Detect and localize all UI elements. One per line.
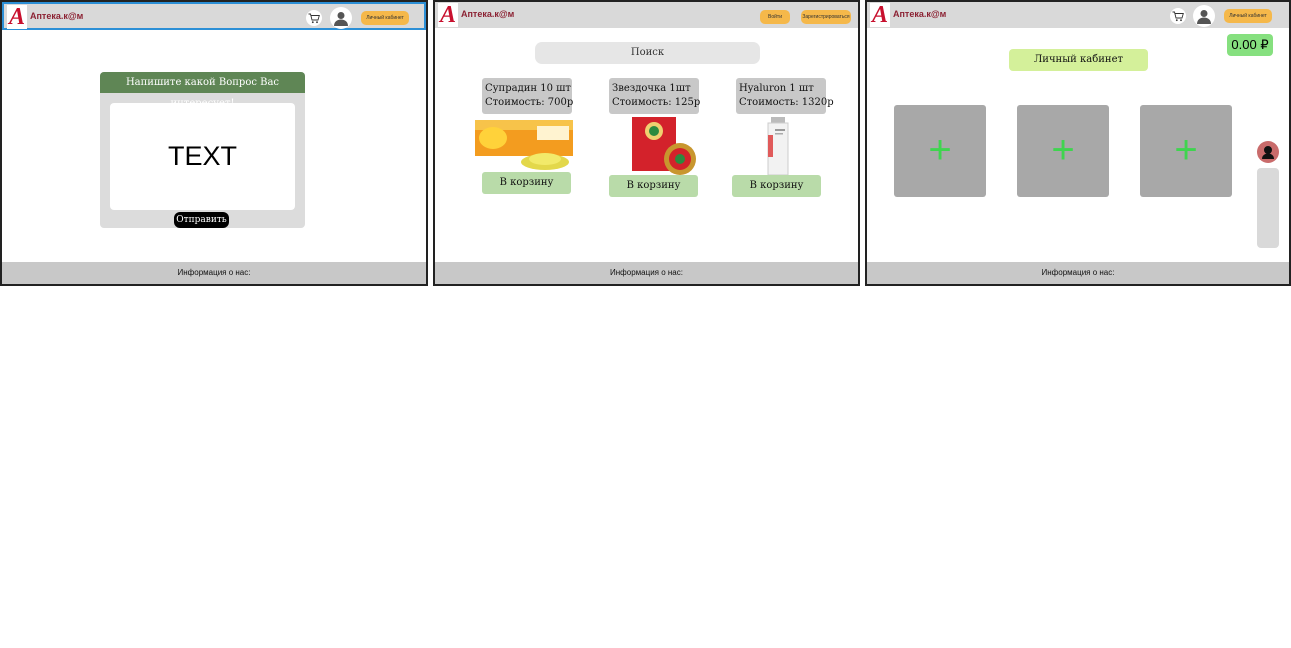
catalog-screen: A Аптека.к@м Войти Зарегистрироваться По…: [433, 0, 860, 286]
header-bar: A Аптека.к@м Личный кабинет: [2, 2, 426, 30]
product-image-supradin: [475, 120, 573, 170]
send-button[interactable]: Отправить: [174, 212, 229, 228]
cabinet-screen: A Аптека.к@м Личный кабинет 0.00 ₽ Личны…: [865, 0, 1291, 286]
question-form: Напишите какой Вопрос Вас интересует! TE…: [100, 72, 305, 228]
add-slot-button[interactable]: +: [1140, 105, 1232, 197]
add-to-cart-button[interactable]: В корзину: [609, 175, 698, 197]
product-label: Звездочка 1шт Стоимость: 125р: [609, 78, 701, 114]
chat-avatar-icon[interactable]: [1257, 141, 1279, 163]
header-bar: A Аптека.к@м Войти Зарегистрироваться: [435, 2, 858, 28]
register-button[interactable]: Зарегистрироваться: [801, 10, 851, 24]
footer-info[interactable]: Информация о нас:: [435, 262, 858, 284]
product-name: Супрадин 10 шт: [485, 83, 571, 94]
product-price: Стоимость: 1320р: [739, 97, 834, 108]
logo[interactable]: A: [438, 3, 458, 27]
product-price: Стоимость: 700р: [485, 97, 574, 108]
header-bar: A Аптека.к@м Личный кабинет: [867, 2, 1289, 28]
add-slot-button[interactable]: +: [894, 105, 986, 197]
search-input[interactable]: Поиск: [535, 42, 760, 64]
logo[interactable]: A: [870, 3, 890, 27]
balance-badge: 0.00 ₽: [1227, 34, 1273, 56]
logo[interactable]: A: [7, 5, 27, 29]
product-label: Супрадин 10 шт Стоимость: 700р: [482, 78, 574, 114]
brand-name[interactable]: Аптека.к@м: [461, 9, 514, 19]
add-to-cart-button[interactable]: В корзину: [482, 172, 571, 194]
login-button[interactable]: Войти: [760, 10, 790, 24]
question-header: Напишите какой Вопрос Вас интересует!: [100, 72, 305, 109]
user-avatar-icon[interactable]: [330, 7, 352, 29]
product-image-zvezdochka: [632, 117, 696, 175]
add-slot-button[interactable]: +: [1017, 105, 1109, 197]
product-name: Hyaluron 1 шт: [739, 83, 814, 94]
cabinet-title: Личный кабинет: [1009, 49, 1148, 71]
cabinet-button[interactable]: Личный кабинет: [1224, 9, 1272, 23]
side-panel[interactable]: [1257, 168, 1279, 248]
brand-name[interactable]: Аптека.к@м: [30, 11, 83, 21]
footer-info[interactable]: Информация о нас:: [2, 262, 426, 284]
product-price: Стоимость: 125р: [612, 97, 701, 108]
add-to-cart-button[interactable]: В корзину: [732, 175, 821, 197]
product-label: Hyaluron 1 шт Стоимость: 1320р: [736, 78, 834, 114]
product-name: Звездочка 1шт: [612, 83, 691, 94]
cart-icon[interactable]: [1170, 8, 1186, 24]
question-textarea[interactable]: TEXT: [110, 103, 295, 210]
footer-info[interactable]: Информация о нас:: [867, 262, 1289, 284]
product-image-hyaluron: [767, 117, 789, 176]
cabinet-button[interactable]: Личный кабинет: [361, 11, 409, 25]
cart-icon[interactable]: [306, 10, 322, 26]
user-avatar-icon[interactable]: [1193, 5, 1215, 27]
question-screen: A Аптека.к@м Личный кабинет Напишите как…: [0, 0, 428, 286]
brand-name[interactable]: Аптека.к@м: [893, 9, 946, 19]
